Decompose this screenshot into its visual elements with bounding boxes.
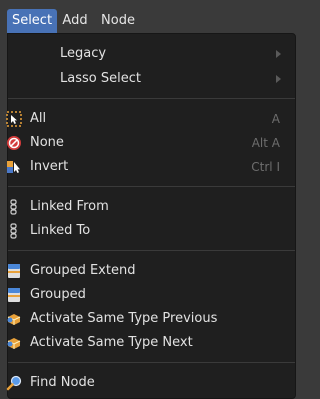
select-invert-icon [7, 161, 20, 173]
submenu-arrow-icon [276, 75, 281, 83]
separator [8, 250, 295, 251]
menu-item-linked-from[interactable]: Linked From [8, 195, 295, 219]
separator [8, 362, 295, 363]
menu-item-label: Lasso Select [60, 71, 141, 86]
menu-item-lasso-select[interactable]: Lasso Select [8, 67, 295, 91]
linked-to-icon [10, 223, 17, 239]
menu-item-invert[interactable]: Invert Ctrl I [7, 155, 295, 179]
search-icon [6, 375, 22, 391]
restrict-select-icon [7, 314, 21, 325]
menu-node[interactable]: Node [95, 9, 141, 33]
menu-item-label: All [30, 111, 47, 126]
menu-item-label: Activate Same Type Next [30, 335, 193, 350]
node-group-icon [8, 288, 20, 302]
menu-item-activate-same-type-previous[interactable]: Activate Same Type Previous [7, 307, 295, 331]
menu-item-label: Invert [30, 159, 69, 174]
menu-item-linked-to[interactable]: Linked To [8, 219, 295, 243]
menu-item-find-node[interactable]: Find Node [6, 371, 295, 395]
menu-add[interactable]: Add [57, 9, 93, 33]
menu-select[interactable]: Select [7, 9, 57, 33]
menu-item-legacy[interactable]: Legacy [8, 42, 295, 66]
menu-item-label: Linked From [30, 199, 109, 214]
select-all-icon [6, 111, 22, 127]
submenu-arrow-icon [276, 50, 281, 58]
menu-item-none[interactable]: None Alt A [7, 131, 295, 155]
menu-item-label: Grouped Extend [30, 263, 136, 278]
menu-item-label: None [30, 135, 64, 150]
shortcut-label: A [271, 112, 280, 126]
restrict-select-icon [7, 338, 21, 349]
menu-item-label: Legacy [60, 46, 107, 61]
select-none-icon [7, 136, 21, 150]
select-dropdown-menu: Legacy Lasso Select All A None Alt A Inv… [6, 33, 296, 399]
shortcut-label: Alt A [251, 136, 280, 150]
menu-item-label: Find Node [30, 375, 95, 390]
menu-item-grouped[interactable]: Grouped [8, 283, 295, 307]
menu-item-label: Linked To [30, 223, 91, 238]
menu-item-grouped-extend[interactable]: Grouped Extend [8, 259, 295, 283]
menu-item-label: Grouped [30, 287, 86, 302]
menu-item-label: Activate Same Type Previous [30, 311, 218, 326]
shortcut-label: Ctrl I [251, 160, 280, 174]
linked-from-icon [10, 199, 17, 215]
separator [8, 98, 295, 99]
menu-item-all[interactable]: All A [6, 107, 295, 131]
menu-item-activate-same-type-next[interactable]: Activate Same Type Next [7, 331, 295, 355]
separator [8, 186, 295, 187]
node-group-icon [8, 264, 20, 278]
